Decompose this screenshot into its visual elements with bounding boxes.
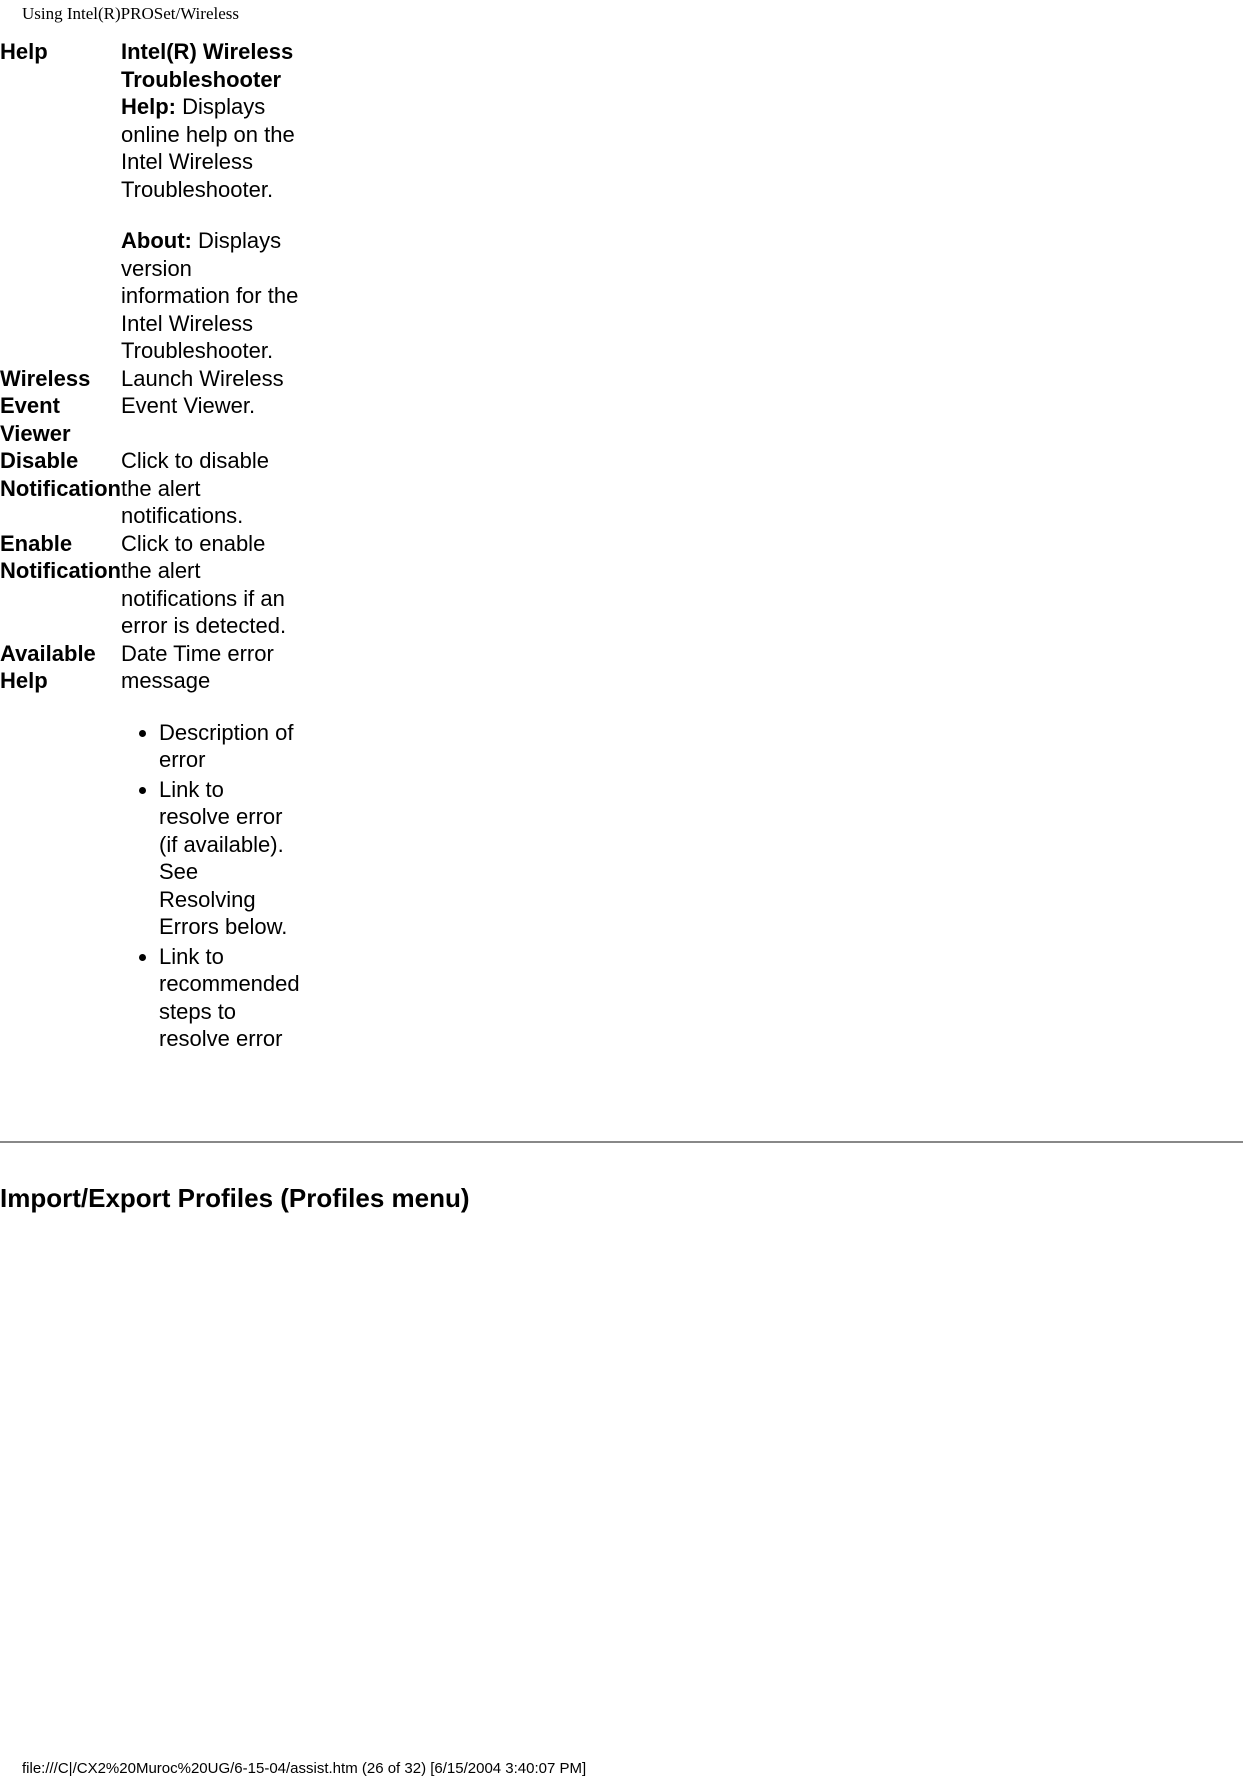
table-row: Wireless Event Viewer Launch Wireless Ev… xyxy=(0,365,300,448)
section-heading: Import/Export Profiles (Profiles menu) xyxy=(0,1183,1243,1214)
table-row: Enable Notification Click to enable the … xyxy=(0,530,300,640)
help-para-1: Intel(R) Wireless Troubleshooter Help: D… xyxy=(121,38,300,203)
term-disable: Disable Notification xyxy=(0,447,121,530)
avail-list: Description of error Link to resolve err… xyxy=(121,719,300,1053)
term-avail: Available Help xyxy=(0,640,121,1055)
table-row: Available Help Date Time error message D… xyxy=(0,640,300,1055)
table-row: Help Intel(R) Wireless Troubleshooter He… xyxy=(0,38,300,365)
desc-wev: Launch Wireless Event Viewer. xyxy=(121,365,300,448)
desc-avail: Date Time error message Description of e… xyxy=(121,640,300,1055)
help-para-2: About: Displays version information for … xyxy=(121,227,300,365)
avail-intro: Date Time error message xyxy=(121,641,274,694)
desc-disable: Click to disable the alert notifications… xyxy=(121,447,300,530)
footer-path: file:///C|/CX2%20Muroc%20UG/6-15-04/assi… xyxy=(0,1760,1243,1787)
list-item: Link to resolve error (if available). Se… xyxy=(159,776,300,941)
term-enable: Enable Notification xyxy=(0,530,121,640)
definitions-table: Help Intel(R) Wireless Troubleshooter He… xyxy=(0,38,300,1055)
term-wev: Wireless Event Viewer xyxy=(0,365,121,448)
table-row: Disable Notification Click to disable th… xyxy=(0,447,300,530)
help-bold-2: About: xyxy=(121,228,192,253)
desc-help: Intel(R) Wireless Troubleshooter Help: D… xyxy=(121,38,300,365)
page-header: Using Intel(R)PROSet/Wireless xyxy=(0,0,1243,38)
list-item: Link to recommended steps to resolve err… xyxy=(159,943,300,1053)
content-area: Help Intel(R) Wireless Troubleshooter He… xyxy=(0,38,1243,1214)
list-item: Description of error xyxy=(159,719,300,774)
desc-enable: Click to enable the alert notifications … xyxy=(121,530,300,640)
divider xyxy=(0,1141,1243,1143)
term-help: Help xyxy=(0,38,121,365)
